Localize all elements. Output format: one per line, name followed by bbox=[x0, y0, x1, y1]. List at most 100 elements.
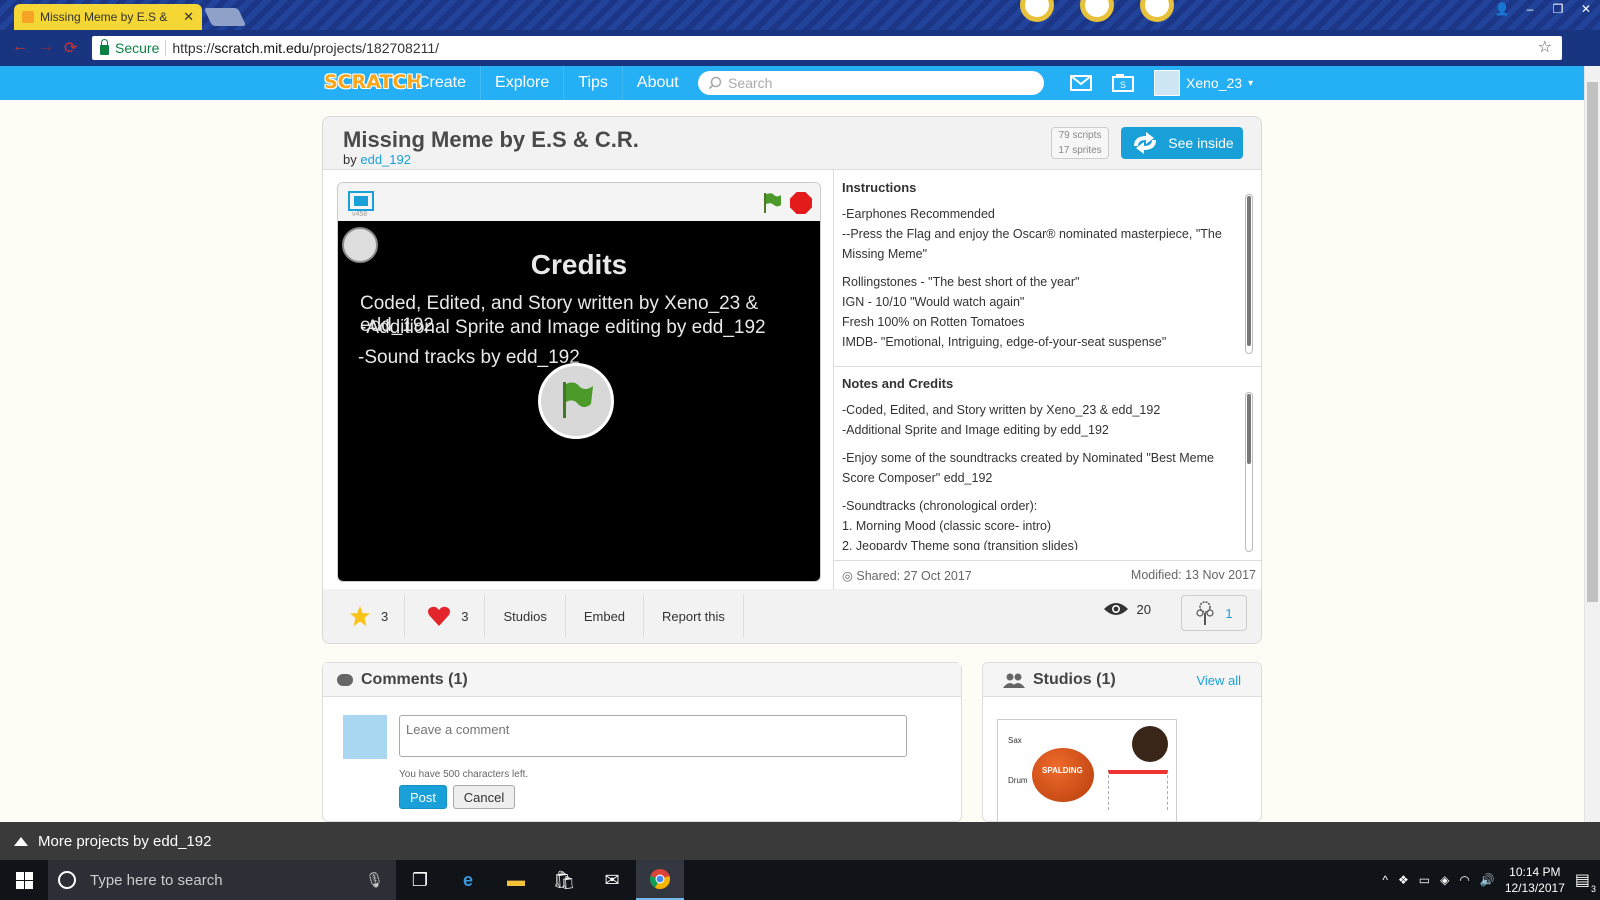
tray-chevron-icon[interactable]: ^ bbox=[1382, 873, 1388, 887]
nav-explore[interactable]: Explore bbox=[481, 66, 565, 100]
system-tray: ^ ❖ ▭ ◈ ◠ 🔊 10:14 PM 12/13/2017 ▤ 3 bbox=[1382, 860, 1600, 900]
see-inside-button[interactable]: See inside bbox=[1121, 127, 1243, 159]
stop-sign-icon[interactable] bbox=[790, 192, 812, 214]
studio-thumbnail[interactable]: Sax Drum SPALDING bbox=[997, 719, 1177, 821]
back-arrow-icon[interactable]: ← bbox=[12, 38, 28, 56]
nav-about[interactable]: About bbox=[623, 66, 693, 100]
user-menu[interactable]: Xeno_23 ▾ bbox=[1154, 69, 1253, 97]
clock-date: 12/13/2017 bbox=[1504, 881, 1565, 895]
remix-tree-button[interactable]: 1 bbox=[1181, 595, 1247, 631]
remix-arrows-icon bbox=[1134, 132, 1157, 154]
bookmark-star-icon[interactable]: ☆ bbox=[1538, 37, 1552, 57]
chrome-icon[interactable] bbox=[636, 860, 684, 900]
taskbar-clock[interactable]: 10:14 PM 12/13/2017 bbox=[1505, 864, 1565, 896]
profile-icon[interactable]: 👤 bbox=[1488, 0, 1516, 18]
cortana-icon bbox=[58, 871, 76, 889]
volume-icon[interactable]: 🔊 bbox=[1480, 873, 1495, 887]
embed-button[interactable]: Embed bbox=[566, 595, 645, 637]
nav-create[interactable]: Create bbox=[404, 66, 482, 100]
scrollbar-thumb[interactable] bbox=[1587, 82, 1598, 602]
reload-icon[interactable]: ⟳ bbox=[64, 38, 77, 58]
browser-tab-active[interactable]: Missing Meme by E.S & ✕ bbox=[14, 4, 202, 30]
green-flag-icon[interactable] bbox=[762, 192, 782, 214]
notes-scrollbar[interactable] bbox=[1245, 392, 1253, 552]
stage-credits-title: Credits bbox=[530, 249, 628, 280]
nav-tips[interactable]: Tips bbox=[564, 66, 623, 100]
taskbar-apps: ❐ e ▬ 🛍 ✉ bbox=[396, 860, 684, 900]
tab-close-icon[interactable]: ✕ bbox=[183, 9, 194, 25]
minimize-button[interactable]: – bbox=[1516, 0, 1544, 18]
studios-box: Studios (1) View all Sax Drum SPALDING bbox=[982, 662, 1262, 822]
edge-icon[interactable]: e bbox=[444, 860, 492, 900]
mail-icon[interactable]: ✉ bbox=[588, 860, 636, 900]
notes-text: -Coded, Edited, and Story written by Xen… bbox=[842, 400, 1236, 550]
favorite-button[interactable]: 3 bbox=[323, 595, 406, 637]
fullscreen-icon[interactable] bbox=[348, 191, 374, 211]
taskbar-search[interactable]: Type here to search 🎙 bbox=[48, 860, 396, 900]
view-counter: 20 bbox=[1103, 601, 1151, 617]
love-button[interactable]: 3 bbox=[405, 595, 486, 637]
people-icon bbox=[1003, 673, 1025, 688]
player: v458 Credits Coded, Edited, and Story wr… bbox=[337, 182, 821, 582]
play-overlay-button[interactable] bbox=[538, 363, 614, 439]
more-projects-bar[interactable]: More projects by edd_192 bbox=[0, 822, 1600, 860]
page-scrollbar[interactable] bbox=[1584, 66, 1600, 840]
review-line: Rollingstones - "The best short of the y… bbox=[842, 275, 1080, 289]
project-panel: Missing Meme by E.S & C.R. by edd_192 79… bbox=[322, 116, 1262, 644]
user-avatar bbox=[1154, 70, 1180, 96]
chars-left-text: You have 500 characters left. bbox=[399, 769, 529, 780]
instructions-scroll-thumb[interactable] bbox=[1247, 196, 1251, 346]
studios-title: Studios (1) bbox=[1033, 670, 1116, 688]
restore-button[interactable]: ❐ bbox=[1544, 0, 1572, 18]
url-field[interactable]: Secure https://scratch.mit.edu/projects/… bbox=[92, 36, 1562, 60]
forward-arrow-icon[interactable]: → bbox=[38, 38, 54, 56]
section-divider bbox=[834, 366, 1262, 367]
search-input[interactable]: Search bbox=[698, 71, 1044, 95]
comments-box: Comments (1) You have 500 characters lef… bbox=[322, 662, 962, 822]
report-button[interactable]: Report this bbox=[644, 595, 744, 637]
instructions-scrollbar[interactable] bbox=[1245, 194, 1253, 354]
post-button[interactable]: Post bbox=[399, 785, 447, 809]
nav-links: Create Explore Tips About bbox=[404, 66, 693, 100]
share-icon: ◎ bbox=[842, 569, 857, 583]
windows-taskbar: Type here to search 🎙 ❐ e ▬ 🛍 ✉ ^ ❖ ▭ ◈ … bbox=[0, 860, 1600, 900]
wifi-icon[interactable]: ◠ bbox=[1459, 873, 1469, 887]
shared-date: ◎ Shared: 27 Oct 2017 bbox=[842, 568, 972, 583]
close-window-button[interactable]: ✕ bbox=[1572, 0, 1600, 18]
url-separator bbox=[165, 40, 167, 56]
url-text: https://scratch.mit.edu/projects/1827082… bbox=[172, 40, 439, 56]
project-actions: 3 3 Studios Embed Report this 20 1 bbox=[323, 589, 1261, 643]
notes-line: 2. Jeopardy Theme song (transition slide… bbox=[842, 539, 1078, 550]
cancel-button[interactable]: Cancel bbox=[453, 785, 515, 809]
project-body: v458 Credits Coded, Edited, and Story wr… bbox=[323, 169, 1262, 590]
microphone-icon[interactable]: 🎙 bbox=[365, 871, 396, 889]
player-version: v458 bbox=[352, 211, 368, 218]
store-icon[interactable]: 🛍 bbox=[540, 860, 588, 900]
instructions-line: --Press the Flag and enjoy the Oscar® no… bbox=[842, 227, 1222, 261]
studios-header: Studios (1) View all bbox=[983, 663, 1261, 697]
notes-line: -Additional Sprite and Image editing by … bbox=[842, 423, 1109, 437]
dropbox-icon[interactable]: ❖ bbox=[1398, 873, 1409, 887]
task-view-icon[interactable]: ❐ bbox=[396, 860, 444, 900]
notes-scroll-thumb[interactable] bbox=[1247, 394, 1251, 464]
windows-logo-icon bbox=[15, 871, 33, 889]
messages-icon[interactable] bbox=[1068, 72, 1094, 94]
stage[interactable]: Credits Coded, Edited, and Story written… bbox=[338, 221, 820, 581]
file-explorer-icon[interactable]: ▬ bbox=[492, 860, 540, 900]
url-prefix: https:// bbox=[172, 40, 215, 56]
battery-icon[interactable]: ▭ bbox=[1419, 873, 1430, 887]
window-controls: 👤 – ❐ ✕ bbox=[1488, 0, 1600, 18]
action-center-icon[interactable]: ▤ 3 bbox=[1575, 870, 1596, 894]
shield-icon[interactable]: ◈ bbox=[1440, 873, 1449, 887]
notes-line: -Soundtracks (chronological order): bbox=[842, 499, 1038, 513]
more-projects-label: More projects by edd_192 bbox=[38, 832, 212, 850]
view-all-link[interactable]: View all bbox=[1196, 673, 1241, 688]
by-label: by bbox=[343, 152, 357, 167]
project-byline: by edd_192 bbox=[343, 152, 411, 167]
start-button[interactable] bbox=[0, 860, 48, 900]
comment-input[interactable] bbox=[399, 715, 907, 757]
clock-time: 10:14 PM bbox=[1509, 865, 1561, 879]
my-stuff-icon[interactable]: S bbox=[1110, 72, 1136, 94]
studios-button[interactable]: Studios bbox=[485, 595, 566, 637]
author-link[interactable]: edd_192 bbox=[360, 152, 411, 167]
